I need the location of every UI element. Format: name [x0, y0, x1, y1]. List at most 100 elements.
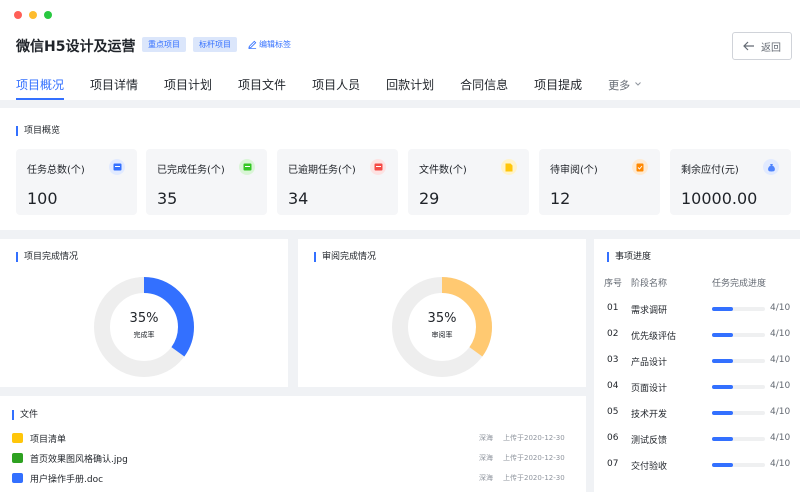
stat-card-overdue-tasks: 已逾期任务(个) 34: [277, 149, 398, 215]
stat-label: 任务总数(个): [27, 165, 85, 176]
minimize-window-dot[interactable]: [29, 11, 37, 19]
tab-more[interactable]: 更多: [608, 76, 642, 100]
image-file-icon: [12, 453, 23, 463]
stat-label: 已逾期任务(个): [288, 165, 356, 176]
edit-tags-label: 编辑标签: [259, 40, 291, 49]
project-completion-title: 项目完成情况: [16, 252, 78, 262]
progress-row: 04 页面设计 4/10: [607, 379, 797, 395]
stage-name: 交付验收: [631, 462, 668, 472]
progress-count: 4/10: [770, 433, 791, 443]
row-number: 07: [607, 459, 619, 469]
file-row[interactable]: 项目清单 深海 上传于2020-12-30: [12, 429, 582, 447]
inbox-check-icon: [239, 159, 255, 175]
tab-commission[interactable]: 项目提成: [534, 76, 582, 100]
tab-members[interactable]: 项目人员: [312, 76, 360, 100]
stat-card-files: 文件数(个) 29: [408, 149, 529, 215]
tab-plan[interactable]: 项目计划: [164, 76, 212, 100]
progress-count: 4/10: [770, 329, 791, 339]
progress-row: 06 测试反馈 4/10: [607, 431, 797, 447]
stat-value: 10000.00: [681, 189, 758, 208]
stage-name: 优先级评估: [631, 332, 677, 342]
progress-row: 02 优先级评估 4/10: [607, 327, 797, 343]
progress-count: 4/10: [770, 407, 791, 417]
donut-percent: 35%: [427, 311, 457, 326]
file-owner: 深海: [479, 434, 493, 442]
progress-header-no: 序号: [604, 279, 623, 289]
progress-header-progress: 任务完成进度: [712, 279, 767, 289]
progress-bar: [712, 307, 765, 311]
tab-files[interactable]: 项目文件: [238, 76, 286, 100]
progress-bar-fill: [712, 359, 734, 363]
review-completion-donut: 35% 审阅率: [392, 277, 492, 377]
progress-row: 07 交付验收 4/10: [607, 457, 797, 473]
stage-name: 需求调研: [631, 306, 668, 316]
stage-name: 技术开发: [631, 410, 668, 420]
back-button[interactable]: 返回: [732, 32, 792, 60]
progress-bar-fill: [712, 463, 734, 467]
file-row[interactable]: 用户操作手册.doc 深海 上传于2020-12-30: [12, 469, 582, 487]
file-icon: [501, 159, 517, 175]
row-number: 06: [607, 433, 619, 443]
progress-bar-fill: [712, 385, 734, 389]
progress-bar-fill: [712, 333, 734, 337]
progress-count: 4/10: [770, 381, 791, 391]
progress-bar: [712, 359, 765, 363]
progress-count: 4/10: [770, 355, 791, 365]
doc-file-icon: [12, 473, 23, 483]
stage-name: 产品设计: [631, 358, 668, 368]
page-title: 微信H5设计及运营: [16, 39, 136, 55]
pencil-icon: [248, 40, 257, 49]
stat-value: 100: [27, 189, 58, 208]
stat-value: 12: [550, 189, 571, 208]
donut-caption: 审阅率: [431, 331, 453, 339]
stat-label: 已完成任务(个): [157, 165, 225, 176]
overview-title: 项目概览: [16, 126, 60, 136]
file-upload-time: 上传于2020-12-30: [503, 434, 565, 442]
header-panel: 微信H5设计及运营 重点项目 标杆项目 编辑标签 返回 项目概况 项目详情 项目…: [0, 0, 800, 100]
file-name: 首页效果图风格确认.jpg: [30, 454, 128, 465]
progress-bar: [712, 463, 765, 467]
row-number: 05: [607, 407, 619, 417]
stat-label: 文件数(个): [419, 165, 467, 176]
stage-name: 测试反馈: [631, 436, 668, 446]
inbox-icon: [109, 159, 125, 175]
tab-details[interactable]: 项目详情: [90, 76, 138, 100]
file-owner: 深海: [479, 454, 493, 462]
progress-bar-fill: [712, 307, 734, 311]
progress-header-name: 阶段名称: [631, 279, 668, 289]
tab-contract[interactable]: 合同信息: [460, 76, 508, 100]
file-row[interactable]: 首页效果图风格确认.jpg 深海 上传于2020-12-30: [12, 449, 582, 467]
row-number: 03: [607, 355, 619, 365]
progress-bar: [712, 333, 765, 337]
money-bag-icon: [763, 159, 779, 175]
close-window-dot[interactable]: [14, 11, 22, 19]
edit-tags-link[interactable]: 编辑标签: [248, 39, 291, 50]
stat-card-total-tasks: 任务总数(个) 100: [16, 149, 137, 215]
file-upload-time: 上传于2020-12-30: [503, 454, 565, 462]
progress-count: 4/10: [770, 459, 791, 469]
inbox-alert-icon: [370, 159, 386, 175]
stat-value: 34: [288, 189, 309, 208]
folder-icon: [12, 433, 23, 443]
progress-bar: [712, 411, 765, 415]
progress-bar: [712, 385, 765, 389]
stat-card-pending-review: 待审阅(个) 12: [539, 149, 660, 215]
stat-label: 待审阅(个): [550, 165, 598, 176]
file-name: 用户操作手册.doc: [30, 474, 104, 485]
donut-percent: 35%: [129, 311, 159, 326]
arrow-left-icon: [743, 41, 754, 51]
tab-overview[interactable]: 项目概况: [16, 76, 65, 100]
project-completion-chart: [94, 277, 194, 377]
stat-card-completed-tasks: 已完成任务(个) 35: [146, 149, 267, 215]
review-completion-chart: [392, 277, 492, 377]
tab-payment-plan[interactable]: 回款计划: [386, 76, 434, 100]
chevron-down-icon: [635, 82, 641, 86]
progress-bar: [712, 437, 765, 441]
row-number: 01: [607, 303, 619, 313]
back-button-label: 返回: [761, 42, 781, 54]
stat-card-remaining-payable: 剩余应付(元) 10000.00: [670, 149, 791, 215]
stat-label: 剩余应付(元): [681, 165, 739, 176]
progress-bar-fill: [712, 411, 734, 415]
maximize-window-dot[interactable]: [44, 11, 52, 19]
tab-bar: 项目概况 项目详情 项目计划 项目文件 项目人员 回款计划 合同信息 项目提成 …: [16, 76, 668, 100]
